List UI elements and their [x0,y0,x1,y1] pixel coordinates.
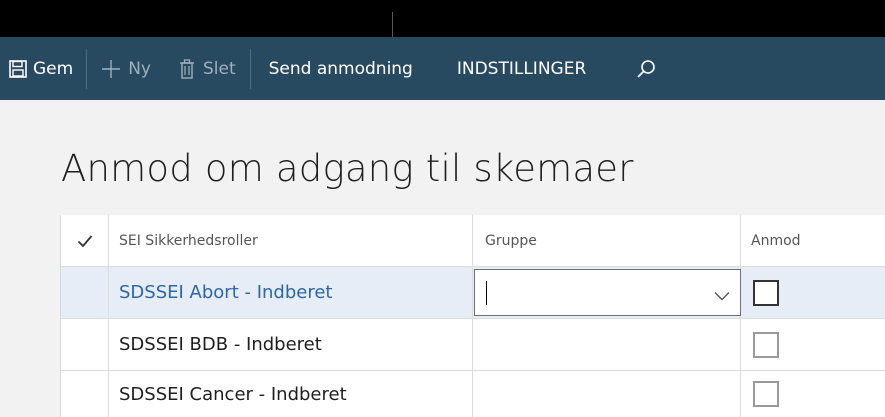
table-row[interactable]: SDSSEI Abort - Indberet [61,267,885,319]
roles-grid: SEI Sikkerhedsroller Gruppe Anmod SDSSEI… [60,215,885,417]
trash-icon [179,58,195,79]
column-header-role[interactable]: SEI Sikkerhedsroller [109,215,473,266]
settings-label: INDSTILLINGER [456,58,587,79]
save-icon [9,59,27,78]
text-caret [486,281,487,305]
top-bar-divider [392,12,393,37]
select-all-checkmark[interactable] [61,215,109,266]
request-cell[interactable] [741,267,885,318]
role-name: SDSSEI Cancer - Indberet [119,383,347,405]
column-header-request-label: Anmod [751,232,801,249]
request-checkbox[interactable] [753,331,779,358]
request-checkbox[interactable] [753,279,779,306]
send-request-button[interactable]: Send anmodning [251,37,435,100]
role-cell[interactable]: SDSSEI BDB - Indberet [109,319,473,370]
new-label: Ny [128,58,151,79]
group-select[interactable] [474,269,741,316]
table-row[interactable]: SDSSEI Cancer - Indberet [61,371,885,417]
role-name: SDSSEI BDB - Indberet [119,334,322,355]
role-name: SDSSEI Abort - Indberet [119,282,333,303]
action-bar: Gem Ny Slet Send anmodning INDSTILLINGER [0,37,885,100]
role-cell[interactable]: SDSSEI Abort - Indberet [109,267,473,318]
send-request-label: Send anmodning [268,58,413,79]
column-header-request[interactable]: Anmod [741,215,885,266]
save-button[interactable]: Gem [0,37,86,100]
request-cell[interactable] [741,319,885,370]
search-icon [636,59,656,79]
column-header-group[interactable]: Gruppe [473,215,741,266]
top-bar [0,0,885,37]
group-cell[interactable] [473,319,741,370]
settings-button[interactable]: INDSTILLINGER [435,37,614,100]
role-cell[interactable]: SDSSEI Cancer - Indberet [109,371,473,417]
row-selector[interactable] [61,371,109,417]
column-header-role-label: SEI Sikkerhedsroller [119,232,258,249]
plus-icon [101,59,121,79]
row-selector[interactable] [61,267,109,318]
save-label: Gem [33,58,74,79]
request-cell[interactable] [741,371,885,417]
chevron-down-icon[interactable] [714,286,730,305]
request-checkbox[interactable] [753,381,779,407]
search-button[interactable] [614,37,666,100]
new-button[interactable]: Ny [87,37,167,100]
checkmark-icon [77,234,93,248]
delete-button[interactable]: Slet [167,37,250,100]
delete-label: Slet [202,58,236,79]
grid-header-row: SEI Sikkerhedsroller Gruppe Anmod [61,215,885,267]
column-header-group-label: Gruppe [485,232,537,249]
group-cell[interactable] [473,371,741,417]
table-row[interactable]: SDSSEI BDB - Indberet [61,319,885,371]
page-title: Anmod om adgang til skemaer [61,147,634,190]
row-selector[interactable] [61,319,109,370]
